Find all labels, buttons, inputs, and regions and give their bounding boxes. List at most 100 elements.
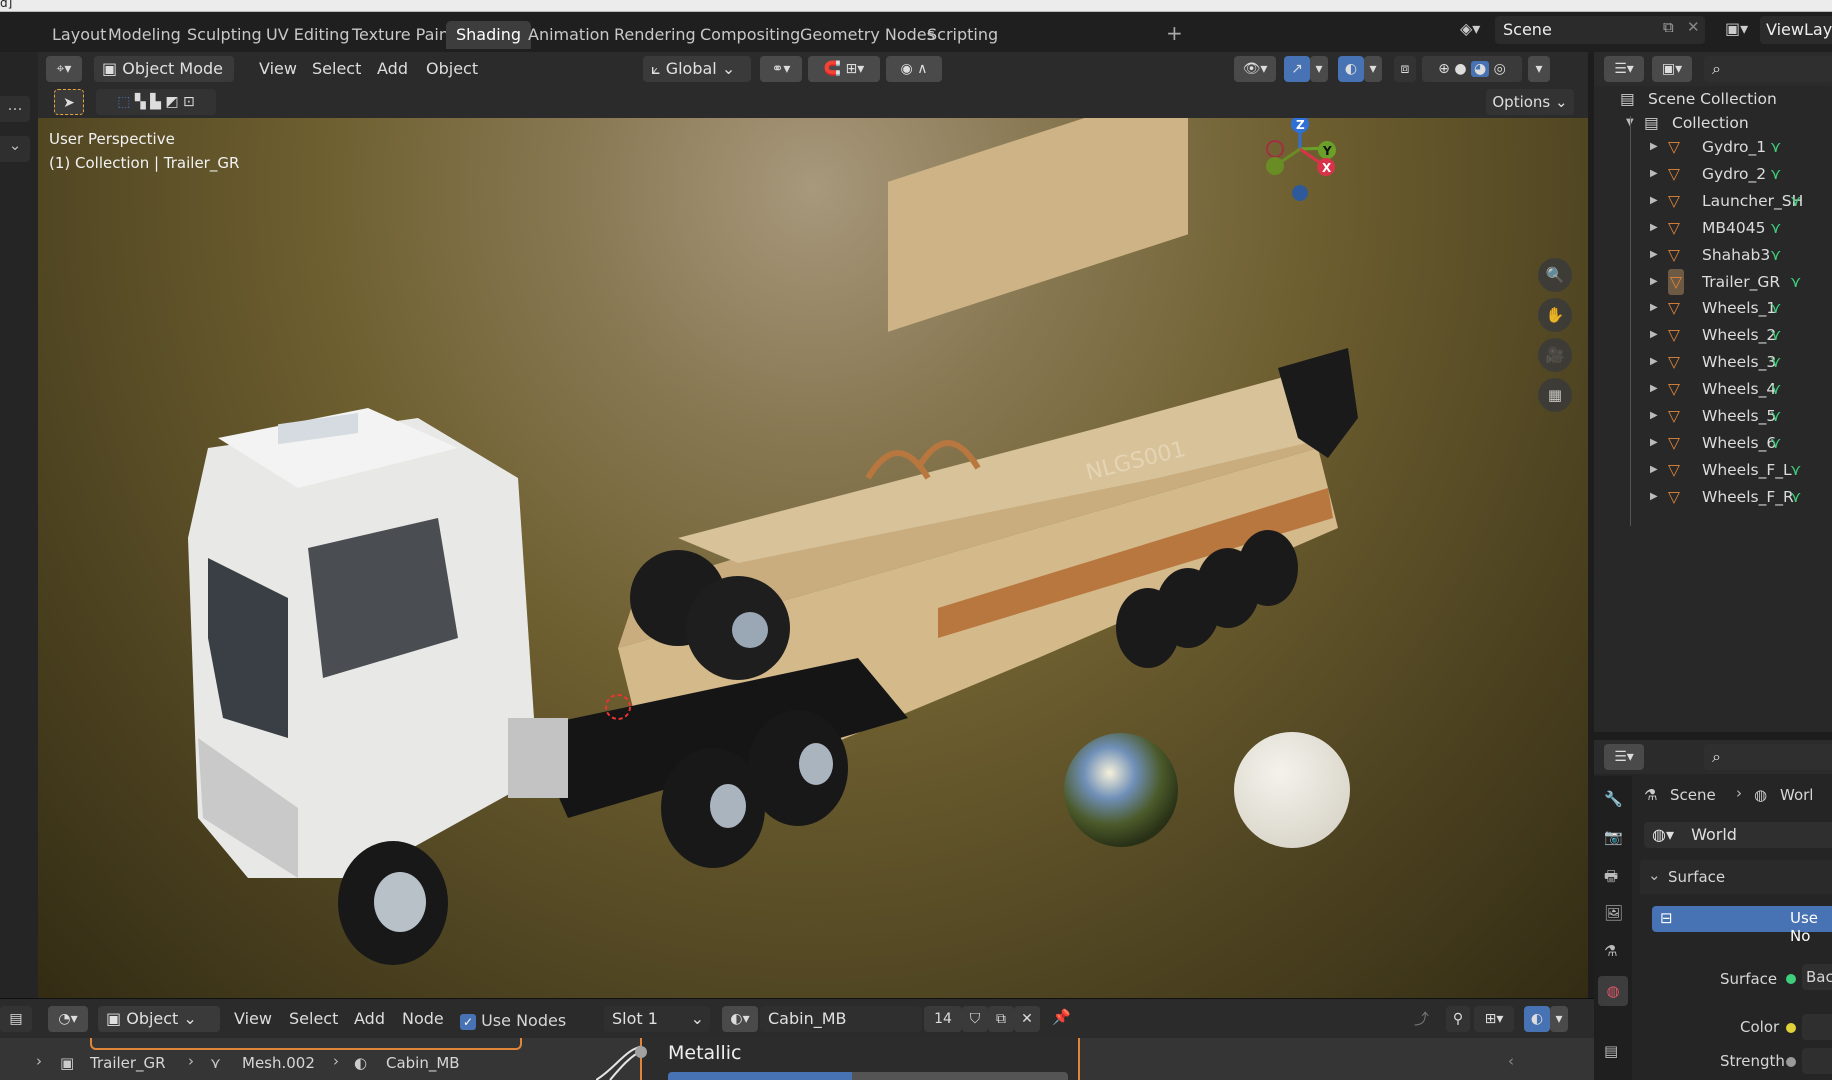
visibility-button[interactable]: 👁▾: [1234, 56, 1276, 82]
material-browse-button[interactable]: ◐▾: [722, 1006, 758, 1032]
editor-type-button[interactable]: ⌖▾: [46, 56, 82, 82]
node-overlay-toggle[interactable]: ◐: [1524, 1006, 1550, 1032]
expand-triangle-icon[interactable]: ▶: [1650, 215, 1658, 241]
selection-mode-group[interactable]: ⬚ ▚ ▙ ◩ ⊡: [96, 89, 216, 115]
shading-mode-group[interactable]: ⊕ ● ◕ ◎: [1422, 56, 1522, 82]
expand-triangle-icon[interactable]: ▶: [1650, 403, 1658, 429]
outliner-display-mode[interactable]: ▣▾: [1652, 56, 1692, 82]
node-overlay-dropdown[interactable]: ▾: [1550, 1006, 1568, 1032]
pan-hand-icon[interactable]: ✋: [1538, 298, 1572, 332]
color-field[interactable]: [1802, 1014, 1832, 1040]
world-selector[interactable]: ◍▾ World: [1644, 822, 1832, 848]
scene-collection-row[interactable]: ▤ Scene Collection: [1594, 86, 1832, 112]
material-users-count[interactable]: 14: [924, 1006, 962, 1032]
mesh-data-icon[interactable]: ⋎: [1770, 376, 1781, 402]
gizmo-toggle-button[interactable]: ↗: [1284, 56, 1310, 82]
expand-triangle-icon[interactable]: ▶: [1650, 430, 1658, 456]
expand-triangle-icon[interactable]: ▶: [1650, 242, 1658, 268]
expand-triangle-icon[interactable]: ▶: [1650, 484, 1658, 510]
surface-panel-header[interactable]: ⌄ Surface: [1640, 860, 1832, 894]
selected-node-frame[interactable]: [90, 1038, 522, 1050]
xray-button[interactable]: ⧈: [1394, 56, 1416, 82]
node-editor-canvas[interactable]: › ▣ Trailer_GR › ⋎ Mesh.002 › ◐ Cabin_MB…: [0, 1038, 1594, 1080]
scene-selector[interactable]: Scene ⧉ ✕: [1495, 16, 1705, 44]
render-tab-icon[interactable]: 📷: [1604, 828, 1623, 846]
left-toolbar-toggle[interactable]: ▤: [0, 1006, 32, 1032]
overlay-dropdown[interactable]: ▾: [1364, 56, 1382, 82]
mesh-data-icon[interactable]: ⋎: [1770, 322, 1781, 348]
view-menu[interactable]: View: [253, 56, 303, 82]
mesh-data-icon[interactable]: ⋎: [1770, 295, 1781, 321]
parent-node-tree-icon[interactable]: ⤴: [1414, 1008, 1429, 1029]
node-view-menu[interactable]: View: [228, 1006, 278, 1032]
node-editor-type[interactable]: ◔▾: [48, 1006, 88, 1032]
expand-triangle-icon[interactable]: ▶: [1650, 349, 1658, 375]
select-tool-icon[interactable]: ➤: [54, 89, 84, 115]
mode-selector[interactable]: ▣ Object Mode ⌄: [94, 56, 234, 104]
select-box-icon[interactable]: ⬚: [117, 94, 130, 110]
node-select-menu[interactable]: Select: [283, 1006, 344, 1032]
surface-shader-field[interactable]: Back: [1802, 964, 1832, 990]
unlink-material-icon[interactable]: ✕: [1014, 1006, 1040, 1032]
mesh-data-icon[interactable]: ⋎: [1770, 430, 1781, 456]
invert-select-icon[interactable]: ◩: [165, 94, 178, 110]
object-menu[interactable]: Object: [420, 56, 484, 82]
mesh-data-icon[interactable]: ⋎: [1770, 403, 1781, 429]
mesh-data-icon[interactable]: ⋎: [1770, 349, 1781, 375]
sidebar-toggle-icon[interactable]: ‹: [1508, 1052, 1514, 1070]
expand-triangle-icon[interactable]: ▶: [1650, 457, 1658, 483]
shading-options-dropdown[interactable]: ▾: [1528, 56, 1550, 82]
outliner-search-input[interactable]: ⌕: [1704, 56, 1832, 82]
duplicate-material-icon[interactable]: ⧉: [988, 1006, 1014, 1032]
perspective-toggle-icon[interactable]: ▦: [1538, 378, 1572, 412]
mesh-data-icon[interactable]: ⋎: [1770, 242, 1781, 268]
duplicate-scene-icon[interactable]: ⧉: [1663, 18, 1674, 36]
snapping-button[interactable]: 🧲 ⊞▾: [808, 56, 880, 82]
expand-triangle-icon[interactable]: ▶: [1650, 269, 1658, 295]
navigation-gizmo[interactable]: Z Y X: [1266, 118, 1336, 201]
view-layer-tab-icon[interactable]: 🖼: [1604, 904, 1623, 922]
mesh-data-icon[interactable]: ⋎: [1790, 188, 1801, 214]
pivot-point-button[interactable]: ⚭▾: [760, 56, 802, 82]
select-menu[interactable]: Select: [306, 56, 367, 82]
metallic-socket-icon[interactable]: [635, 1046, 647, 1058]
proportional-editing-button[interactable]: ◉ ∧: [886, 56, 942, 82]
node-snap-icon[interactable]: ⚲: [1446, 1006, 1470, 1032]
material-preview-icon[interactable]: ◕: [1470, 61, 1490, 77]
zoom-icon[interactable]: 🔍: [1538, 258, 1572, 292]
properties-editor-type[interactable]: ☰▾: [1604, 744, 1644, 770]
expand-triangle-icon[interactable]: ▶: [1650, 295, 1658, 321]
material-slot-selector[interactable]: Slot 1 ⌄: [604, 1006, 710, 1032]
tab-scripting[interactable]: Scripting: [917, 21, 1008, 49]
properties-search-input[interactable]: ⌕: [1704, 744, 1832, 770]
mesh-data-icon[interactable]: ⋎: [1770, 134, 1781, 160]
transform-orientation-selector[interactable]: ⟀ Global ⌄: [643, 56, 751, 82]
fake-user-shield-icon[interactable]: ⛉: [962, 1006, 988, 1032]
tool-tab-icon[interactable]: 🔧: [1604, 790, 1623, 808]
mesh-data-icon[interactable]: ⋎: [1770, 161, 1781, 187]
mesh-data-icon[interactable]: ⋎: [1790, 457, 1801, 483]
intersect-select-icon[interactable]: ⊡: [183, 94, 195, 110]
use-nodes-checkbox[interactable]: ✓ Use Nodes: [460, 1011, 566, 1030]
expand-triangle-icon[interactable]: ▶: [1650, 134, 1658, 160]
metallic-slider[interactable]: [668, 1072, 1068, 1080]
node-add-menu[interactable]: Add: [348, 1006, 391, 1032]
options-dropdown[interactable]: Options ⌄: [1486, 89, 1574, 115]
use-nodes-button[interactable]: ⊟ Use No: [1652, 906, 1832, 945]
world-tab-icon[interactable]: ◍: [1598, 976, 1628, 1006]
collection-tab-icon[interactable]: ▤: [1604, 1042, 1618, 1060]
expand-triangle-icon[interactable]: ▶: [1650, 161, 1658, 187]
mesh-data-icon[interactable]: ⋎: [1770, 215, 1781, 241]
scene-icon[interactable]: ◈▾: [1460, 19, 1490, 43]
pin-icon[interactable]: 📌: [1052, 1008, 1071, 1026]
overlay-toggle-button[interactable]: ◐: [1338, 56, 1364, 82]
camera-view-icon[interactable]: 🎥: [1538, 338, 1572, 372]
subtract-select-icon[interactable]: ▙: [150, 94, 161, 110]
expand-triangle-icon[interactable]: ▶: [1650, 322, 1658, 348]
add-workspace-button[interactable]: +: [1166, 21, 1183, 45]
close-scene-icon[interactable]: ✕: [1687, 18, 1700, 36]
add-menu[interactable]: Add: [371, 56, 414, 82]
3d-viewport[interactable]: User Perspective (1) Collection | Traile…: [38, 118, 1588, 998]
mesh-data-icon[interactable]: ⋎: [1790, 269, 1801, 295]
principled-bsdf-node[interactable]: Metallic: [635, 1038, 1080, 1080]
